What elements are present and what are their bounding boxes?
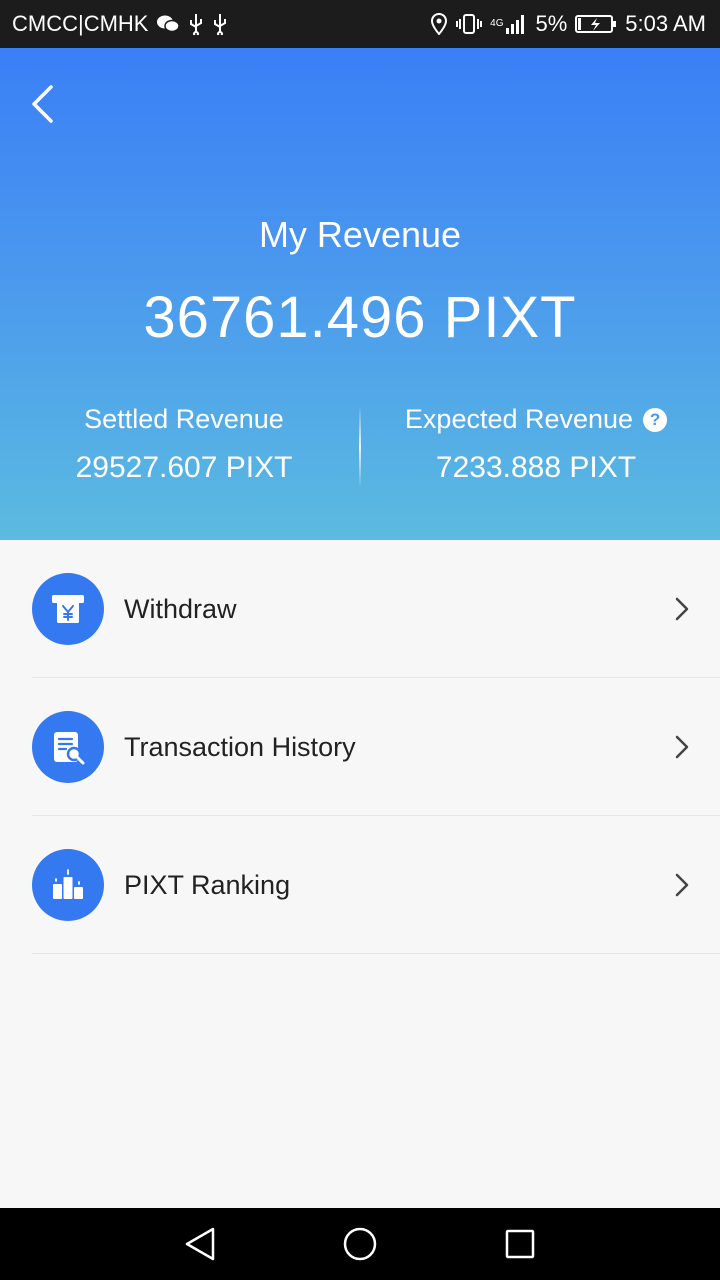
pixt-ranking-label: PIXT Ranking — [124, 869, 291, 900]
settled-revenue: Settled Revenue 29527.607 PIXT — [8, 404, 360, 485]
document-search-icon — [32, 711, 104, 783]
status-left: CMCC|CMHK — [12, 11, 228, 37]
clock: 5:03 AM — [625, 11, 706, 36]
network-type: 4G — [490, 18, 504, 29]
atm-yen-icon — [32, 573, 104, 645]
chevron-right-icon — [675, 873, 689, 897]
nav-back-button[interactable] — [170, 1214, 230, 1274]
expected-revenue: Expected Revenue ? 7233.888 PIXT — [360, 404, 712, 485]
withdraw-label: Withdraw — [124, 593, 237, 624]
triangle-back-icon — [185, 1227, 215, 1261]
expected-revenue-label-row: Expected Revenue ? — [404, 404, 668, 435]
expected-revenue-value: 7233.888 PIXT — [435, 451, 637, 484]
page-title: My Revenue — [258, 214, 462, 255]
revenue-menu: Withdraw Transaction History PIXT Rankin… — [0, 540, 720, 954]
back-button[interactable] — [22, 82, 62, 126]
withdraw-item[interactable]: Withdraw — [0, 540, 720, 678]
settled-revenue-value: 29527.607 PIXT — [75, 451, 293, 484]
vibrate-icon — [456, 13, 483, 35]
transaction-history-item[interactable]: Transaction History — [0, 678, 720, 816]
location-icon — [430, 13, 448, 35]
system-nav-bar — [0, 1208, 720, 1280]
settled-revenue-label: Settled Revenue — [84, 404, 284, 434]
carrier-label: CMCC|CMHK — [12, 11, 149, 36]
usb-debug-icon — [212, 13, 228, 35]
revenue-header: My Revenue 36761.496 PIXT Settled Revenu… — [0, 48, 720, 540]
nav-home-button[interactable] — [330, 1214, 390, 1274]
pixt-ranking-item[interactable]: PIXT Ranking — [0, 816, 720, 954]
nav-recents-button[interactable] — [490, 1214, 550, 1274]
square-recents-icon — [505, 1229, 535, 1259]
transaction-history-label: Transaction History — [124, 731, 356, 762]
wechat-icon — [156, 14, 181, 34]
expected-revenue-label: Expected Revenue — [404, 404, 634, 434]
signal-icon: 4G — [490, 13, 527, 35]
chevron-right-icon — [675, 735, 689, 759]
status-bar: CMCC|CMHK 4G 5% 5:03 AM — [0, 0, 720, 48]
status-right: 4G 5% 5:03 AM — [430, 11, 706, 37]
usb-icon — [188, 13, 204, 35]
podium-icon — [32, 849, 104, 921]
battery-charging-icon — [575, 13, 617, 35]
help-icon[interactable]: ? — [643, 407, 668, 432]
back-arrow-icon — [32, 85, 53, 123]
total-revenue-value: 36761.496 PIXT — [143, 285, 577, 350]
circle-home-icon — [343, 1227, 377, 1261]
chevron-right-icon — [675, 597, 689, 621]
battery-percent: 5% — [535, 11, 568, 36]
